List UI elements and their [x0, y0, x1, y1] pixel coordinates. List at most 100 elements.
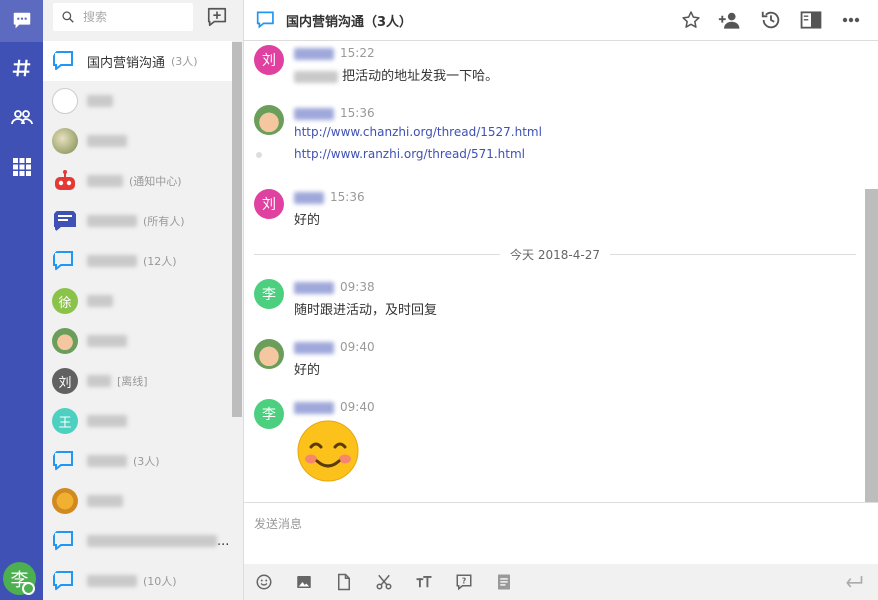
- conversation-list: 国内营销沟通 (3人) (通知中心) (所有人) (12人) 徐 刘 [离线] …: [43, 41, 232, 600]
- conversation-name-redacted: [87, 334, 127, 349]
- emoji-button[interactable]: [254, 572, 274, 592]
- search-box[interactable]: [53, 3, 193, 31]
- group-chat-icon: [53, 531, 73, 552]
- image-icon: [297, 576, 311, 588]
- message-header: 15:22: [294, 46, 375, 60]
- date-divider: 今天 2018-4-27: [254, 246, 857, 262]
- image-button[interactable]: [294, 572, 314, 592]
- conversation-item[interactable]: (所有人): [43, 201, 232, 241]
- conversation-member-count: (3人): [171, 55, 198, 68]
- sidebar-toggle-button[interactable]: [799, 8, 823, 32]
- conversation-name-redacted: ...: [87, 534, 229, 549]
- board-icon: [54, 211, 76, 232]
- message-time: 15:36: [330, 190, 365, 204]
- screenshot-button[interactable]: [374, 572, 394, 592]
- chat-title: 国内营销沟通（3人）: [286, 14, 413, 30]
- new-chat-button[interactable]: [205, 5, 229, 29]
- channels-nav-button[interactable]: [0, 47, 43, 89]
- group-chat-icon: [53, 571, 73, 592]
- message-header: 09:40: [294, 340, 375, 354]
- more-button[interactable]: [839, 8, 863, 32]
- avatar: 李: [254, 279, 284, 309]
- message-text: http://www.ranzhi.org/thread/571.html: [294, 147, 525, 162]
- conversation-item[interactable]: [43, 321, 232, 361]
- note-button[interactable]: [494, 572, 514, 592]
- history-button[interactable]: [759, 8, 783, 32]
- conversation-item[interactable]: (12人): [43, 241, 232, 281]
- avatar: [52, 88, 78, 114]
- star-button[interactable]: [679, 8, 703, 32]
- message-header: 09:38: [294, 280, 375, 294]
- avatar: 王: [52, 408, 78, 434]
- svg-text:?: ?: [462, 577, 466, 586]
- message-scrollbar[interactable]: [865, 189, 878, 502]
- message-list[interactable]: 刘 15:22 把活动的地址发我一下哈。 15:36 http://www.ch…: [244, 41, 878, 502]
- message-link[interactable]: http://www.ranzhi.org/thread/571.html: [294, 147, 525, 161]
- group-chat-icon: [53, 51, 73, 72]
- avatar: 刘: [254, 189, 284, 219]
- emoji-icon: [256, 574, 272, 590]
- history-icon: [761, 11, 780, 29]
- conversation-item[interactable]: (3人): [43, 441, 232, 481]
- conversation-item[interactable]: ...: [43, 521, 232, 561]
- avatar-photo: [52, 488, 78, 514]
- question-bubble-icon: ?: [456, 574, 472, 591]
- message-time: 15:22: [340, 46, 375, 60]
- message-text: 好的: [294, 213, 321, 228]
- conversation-name-redacted: [87, 134, 127, 149]
- message-dot: [256, 152, 262, 158]
- conversation-item[interactable]: (通知中心): [43, 161, 232, 201]
- hash-icon: [12, 59, 30, 77]
- add-chat-icon: [207, 7, 227, 27]
- message-time: 09:40: [340, 340, 375, 354]
- conversation-member-count: (10人): [143, 575, 177, 588]
- file-button[interactable]: [334, 572, 354, 592]
- note-icon: [498, 574, 510, 590]
- conversation-name-redacted: [87, 454, 127, 469]
- conversation-item[interactable]: (10人): [43, 561, 232, 600]
- search-input[interactable]: [83, 10, 183, 24]
- add-member-button[interactable]: [718, 8, 742, 32]
- conversation-name-redacted: [87, 574, 137, 589]
- offline-status: [离线]: [117, 375, 148, 388]
- conversation-item[interactable]: [43, 81, 232, 121]
- conversation-item[interactable]: 国内营销沟通 (3人): [43, 41, 232, 81]
- message-link[interactable]: http://www.chanzhi.org/thread/1527.html: [294, 125, 542, 139]
- conversation-item[interactable]: [43, 481, 232, 521]
- group-chat-icon: [53, 251, 73, 272]
- conversation-item[interactable]: 徐: [43, 281, 232, 321]
- app-rail: 李: [0, 0, 43, 600]
- online-status-dot: [22, 582, 35, 595]
- font-size-button[interactable]: [414, 572, 434, 592]
- chat-header: 国内营销沟通（3人）: [244, 0, 878, 41]
- feedback-button[interactable]: ?: [454, 572, 474, 592]
- message-text: http://www.chanzhi.org/thread/1527.html: [294, 125, 542, 140]
- grid-icon: [12, 158, 31, 176]
- sidebar-icon: [800, 11, 822, 29]
- conversation-name-redacted: [87, 294, 113, 309]
- conversation-item[interactable]: 刘 [离线]: [43, 361, 232, 401]
- avatar-photo: [52, 328, 78, 354]
- conversation-tag: (所有人): [143, 215, 185, 228]
- conversation-tag: (通知中心): [129, 175, 182, 188]
- sidebar-scrollbar[interactable]: [232, 42, 242, 417]
- send-button[interactable]: [844, 572, 864, 592]
- search-icon: [62, 11, 74, 23]
- contacts-nav-button[interactable]: [0, 96, 43, 138]
- avatar: 刘: [52, 368, 78, 394]
- conversation-item[interactable]: [43, 121, 232, 161]
- avatar-photo: [52, 128, 78, 154]
- more-horizontal-icon: [842, 17, 860, 23]
- chat-bubble-icon: [13, 12, 30, 29]
- conversation-name-redacted: [87, 94, 113, 109]
- chat-nav-button[interactable]: [0, 0, 43, 42]
- apps-nav-button[interactable]: [0, 146, 43, 188]
- message-header: 15:36: [294, 106, 375, 120]
- avatar-photo: [254, 339, 284, 369]
- group-chat-icon: [53, 451, 73, 472]
- conversation-item[interactable]: 王: [43, 401, 232, 441]
- message-text: 随时跟进活动，及时回复: [294, 303, 438, 318]
- message-input[interactable]: [244, 503, 878, 564]
- conversation-name-redacted: [87, 254, 137, 269]
- conversation-member-count: (3人): [133, 455, 160, 468]
